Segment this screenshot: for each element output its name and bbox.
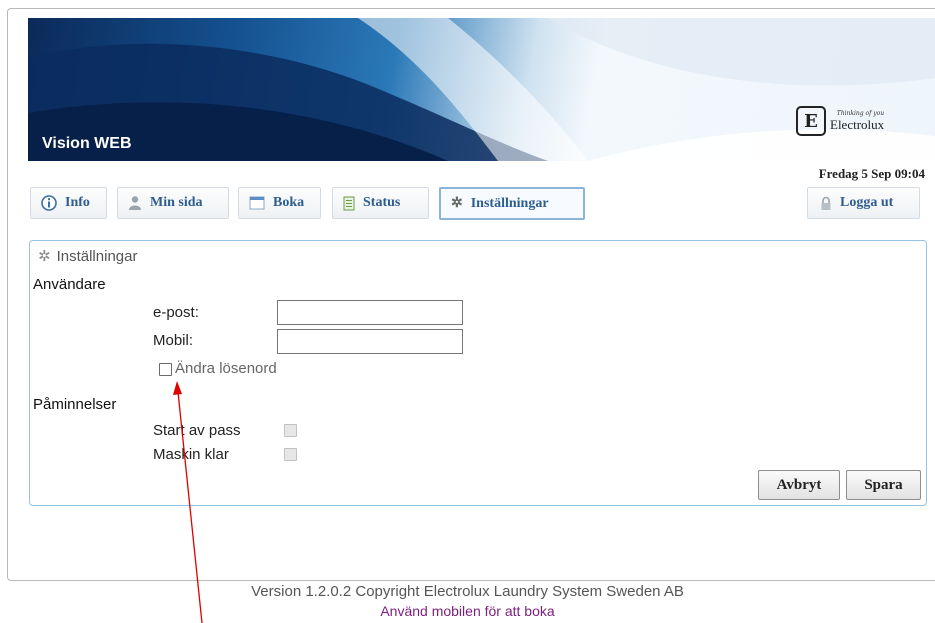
brand-name: Electrolux (830, 116, 885, 132)
gear-icon: ✲ (451, 196, 463, 211)
nav-installningar-label: Inställningar (470, 195, 549, 211)
gear-icon: ✲ (38, 248, 51, 265)
cancel-button[interactable]: Avbryt (758, 470, 840, 500)
header-banner: Vision WEB E Thinking of you Electrolux (28, 18, 935, 161)
nav-info-label: Info (65, 195, 90, 210)
email-field[interactable] (277, 300, 463, 325)
app-title: Vision WEB (42, 135, 132, 152)
user-section-heading: Användare (33, 276, 106, 293)
nav-min-sida-button[interactable]: Min sida (117, 187, 229, 219)
nav-boka-button[interactable]: Boka (238, 187, 321, 219)
save-button[interactable]: Spara (846, 470, 921, 500)
version-text: Version 1.2.0.2 Copyright Electrolux Lau… (251, 583, 684, 600)
calendar-icon (249, 196, 265, 210)
brand-tagline: Thinking of you (836, 109, 885, 117)
nav-status-label: Status (363, 195, 401, 210)
reminders-section-heading: Påminnelser (33, 396, 117, 413)
nav-min-sida-label: Min sida (150, 195, 203, 210)
nav-boka-label: Boka (273, 195, 305, 210)
logout-button[interactable]: Logga ut (807, 187, 920, 219)
mobile-field[interactable] (277, 329, 463, 354)
current-datetime: Fredag 5 Sep 09:04 (818, 166, 925, 181)
mobile-booking-link[interactable]: Använd mobilen för att boka (0, 603, 935, 619)
change-password-checkbox[interactable] (159, 363, 172, 376)
user-icon (128, 195, 142, 211)
nav-installningar-button[interactable]: ✲ Inställningar (439, 187, 585, 220)
nav-status-button[interactable]: Status (332, 187, 429, 219)
logout-label: Logga ut (840, 195, 894, 210)
machine-done-label: Maskin klar (153, 446, 229, 463)
status-icon (343, 196, 355, 211)
mobile-label: Mobil: (153, 332, 194, 349)
start-reminder-checkbox[interactable] (284, 424, 297, 437)
electrolux-logo: E Thinking of you Electrolux (796, 106, 884, 136)
banner-swoosh (28, 18, 935, 161)
start-reminder-label: Start av pass (153, 422, 241, 439)
change-password-label[interactable]: Ändra lösenord (175, 360, 277, 377)
email-label: e-post: (153, 304, 199, 321)
info-icon (41, 195, 57, 211)
machine-done-checkbox[interactable] (284, 448, 297, 461)
lock-icon (820, 196, 832, 211)
electrolux-icon: E (796, 106, 826, 136)
nav-info-button[interactable]: Info (30, 187, 107, 219)
settings-title-text: Inställningar (56, 247, 138, 265)
settings-title: ✲ Inställningar (38, 247, 138, 266)
